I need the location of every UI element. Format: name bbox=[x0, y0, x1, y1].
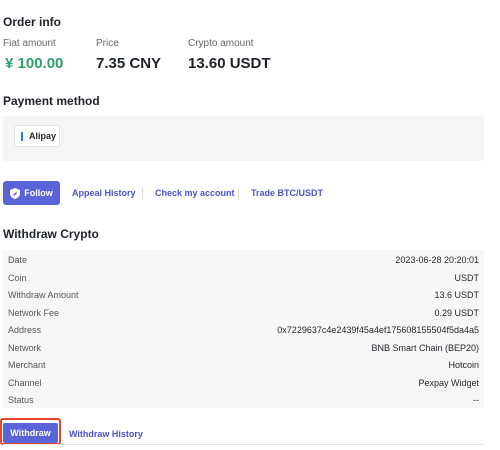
crypto-amount-label: Crypto amount bbox=[188, 38, 254, 49]
row-value-channel: Pexpay Widget bbox=[418, 377, 479, 388]
row-label-channel: Channel bbox=[8, 377, 42, 388]
payment-method-title: Payment method bbox=[3, 94, 100, 108]
table-row: Coin USDT bbox=[3, 270, 484, 288]
table-row: Status -- bbox=[3, 392, 484, 410]
row-value-coin: USDT bbox=[454, 272, 480, 283]
withdraw-button-highlight bbox=[0, 418, 61, 445]
check-my-account-link[interactable]: Check my account bbox=[155, 188, 235, 198]
row-value-network-fee: 0.29 USDT bbox=[434, 307, 479, 318]
withdraw-history-link[interactable]: Withdraw History bbox=[69, 429, 143, 439]
table-row: Withdraw Amount 13.6 USDT bbox=[3, 287, 484, 305]
row-label-date: Date bbox=[8, 255, 28, 265]
payment-method-name: Alipay bbox=[29, 131, 57, 141]
table-row: Merchant Hotcoin bbox=[3, 357, 484, 375]
table-row: Date 2023-06-28 20:20:01 bbox=[3, 252, 484, 270]
row-label-network: Network bbox=[8, 342, 42, 353]
table-row: Network BNB Smart Chain (BEP20) bbox=[3, 340, 484, 358]
table-row: Address 0x7229637c4e2439f45a4ef175608155… bbox=[3, 322, 484, 340]
divider bbox=[3, 444, 484, 445]
row-label-status: Status bbox=[8, 395, 34, 405]
row-label-merchant: Merchant bbox=[8, 360, 46, 370]
price-label: Price bbox=[96, 38, 119, 49]
follow-button-label: Follow bbox=[24, 188, 53, 198]
price-value: 7.35 CNY bbox=[96, 55, 162, 72]
row-value-address: 0x7229637c4e2439f45a4ef175608155504f5da4… bbox=[277, 325, 479, 335]
appeal-history-link[interactable]: Appeal History bbox=[72, 188, 136, 198]
fiat-amount-value: ¥ 100.00 bbox=[5, 55, 64, 72]
follow-button[interactable]: Follow bbox=[3, 181, 60, 205]
row-value-status: -- bbox=[473, 395, 479, 405]
alipay-marker bbox=[21, 131, 23, 141]
shield-icon bbox=[10, 187, 21, 199]
separator bbox=[238, 188, 239, 200]
order-info-title: Order info bbox=[3, 15, 62, 29]
row-label-address: Address bbox=[8, 325, 42, 335]
separator bbox=[142, 188, 143, 200]
row-value-withdraw-amount: 13.6 USDT bbox=[434, 290, 479, 300]
row-label-coin: Coin bbox=[8, 272, 27, 283]
payment-method-panel bbox=[3, 116, 484, 161]
row-value-date: 2023-06-28 20:20:01 bbox=[395, 255, 479, 265]
table-row: Network Fee 0.29 USDT bbox=[3, 305, 484, 323]
row-label-withdraw-amount: Withdraw Amount bbox=[8, 290, 79, 300]
withdraw-crypto-title: Withdraw Crypto bbox=[3, 227, 99, 241]
row-value-network: BNB Smart Chain (BEP20) bbox=[371, 342, 479, 353]
payment-method-card[interactable]: Alipay bbox=[14, 125, 60, 147]
trade-btc-usdt-link[interactable]: Trade BTC/USDT bbox=[251, 188, 323, 198]
row-label-network-fee: Network Fee bbox=[8, 307, 60, 318]
crypto-amount-value: 13.60 USDT bbox=[188, 55, 271, 72]
row-value-merchant: Hotcoin bbox=[448, 360, 479, 370]
table-row: Channel Pexpay Widget bbox=[3, 375, 484, 393]
fiat-amount-label: Fiat amount bbox=[3, 38, 56, 49]
